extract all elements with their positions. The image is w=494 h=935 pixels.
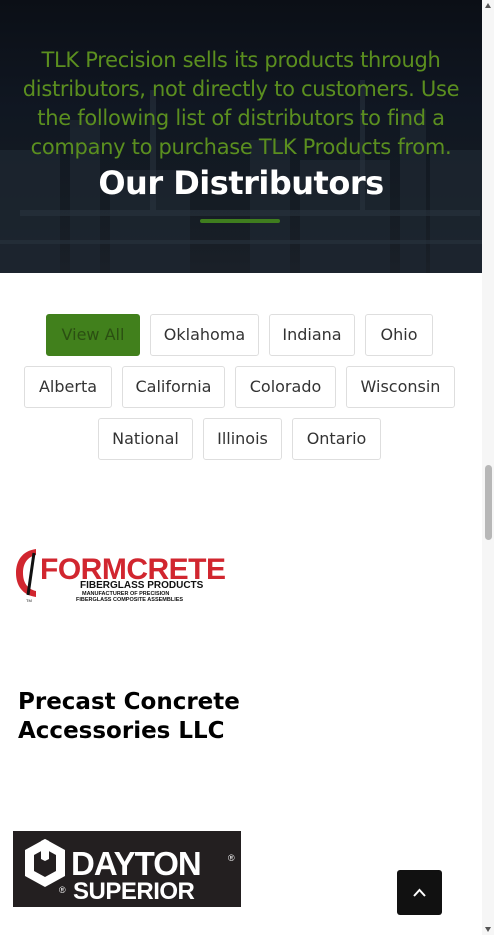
filter-indiana-button[interactable]: Indiana (269, 314, 355, 356)
precast-concrete-accessories-name[interactable]: Precast Concrete Accessories LLC (18, 688, 278, 746)
filter-row: National Illinois Ontario (0, 418, 482, 460)
chevron-up-icon (413, 888, 426, 897)
filter-row: Alberta California Colorado Wisconsin (0, 366, 482, 408)
filter-alberta-button[interactable]: Alberta (24, 366, 112, 408)
dayton-registered-mark: ® (228, 853, 235, 863)
superior-wordmark: SUPERIOR (73, 878, 195, 905)
filter-oklahoma-button[interactable]: Oklahoma (150, 314, 259, 356)
filter-view-all-button[interactable]: View All (46, 314, 140, 356)
page-title: Our Distributors (98, 164, 384, 202)
filter-wisconsin-button[interactable]: Wisconsin (346, 366, 455, 408)
dayton-registered-mark-2: ® (59, 885, 66, 895)
formcrete-tagline-2: FIBERGLASS COMPOSITE ASSEMBLIES (76, 597, 183, 603)
formcrete-trademark: TM (26, 598, 32, 603)
filter-colorado-button[interactable]: Colorado (235, 366, 336, 408)
distributor-intro-text: TLK Precision sells its products through… (22, 48, 460, 159)
scroll-up-arrow-icon[interactable] (484, 2, 492, 10)
filter-row: View All Oklahoma Indiana Ohio (0, 314, 482, 356)
dayton-superior-logo[interactable]: DAYTON SUPERIOR ® ® (13, 831, 241, 907)
scroll-down-arrow-icon[interactable] (484, 925, 492, 933)
filter-national-button[interactable]: National (98, 418, 193, 460)
dayton-wordmark: DAYTON (71, 845, 201, 882)
formcrete-subtitle: FIBERGLASS PRODUCTS (80, 580, 204, 591)
title-underline (200, 219, 280, 223)
formcrete-logo[interactable]: FORMCRETE FIBERGLASS PRODUCTS MANUFACTUR… (14, 547, 240, 603)
filter-ontario-button[interactable]: Ontario (292, 418, 381, 460)
scrollbar-thumb[interactable] (485, 465, 492, 540)
hero-banner: TLK Precision sells its products through… (0, 0, 482, 273)
filter-ohio-button[interactable]: Ohio (365, 314, 433, 356)
formcrete-c-mark (16, 549, 36, 597)
back-to-top-button[interactable] (397, 870, 442, 915)
filter-california-button[interactable]: California (122, 366, 225, 408)
filter-illinois-button[interactable]: Illinois (203, 418, 282, 460)
